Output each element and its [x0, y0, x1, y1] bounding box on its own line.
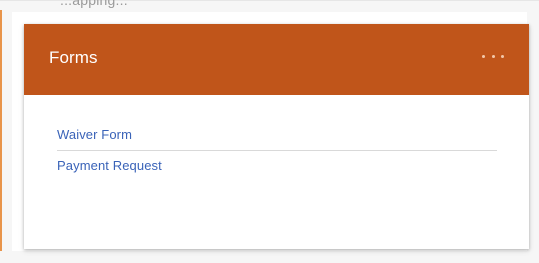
more-horizontal-icon[interactable] — [482, 46, 504, 66]
frame-left-edge — [0, 10, 12, 263]
forms-link-list: Waiver Form Payment Request — [57, 119, 497, 179]
forms-card-header: Forms — [24, 24, 529, 95]
more-dot — [482, 54, 485, 58]
cropped-heading-text: ...apping... — [60, 0, 128, 8]
payment-request-link[interactable]: Payment Request — [57, 158, 162, 173]
frame-top-edge: ...apping... — [0, 0, 539, 12]
forms-card: Forms Waiver Form Payment Request — [24, 24, 529, 249]
frame-bottom-edge — [0, 251, 539, 263]
page-canvas: ...apping... Forms Waiver Form Payment R… — [0, 0, 539, 263]
list-item: Waiver Form — [57, 119, 497, 150]
waiver-form-link[interactable]: Waiver Form — [57, 127, 132, 142]
more-dot — [501, 54, 504, 58]
list-item: Payment Request — [57, 150, 497, 179]
forms-card-body: Waiver Form Payment Request — [24, 95, 529, 179]
more-dot — [491, 54, 495, 58]
forms-card-title: Forms — [49, 48, 98, 67]
